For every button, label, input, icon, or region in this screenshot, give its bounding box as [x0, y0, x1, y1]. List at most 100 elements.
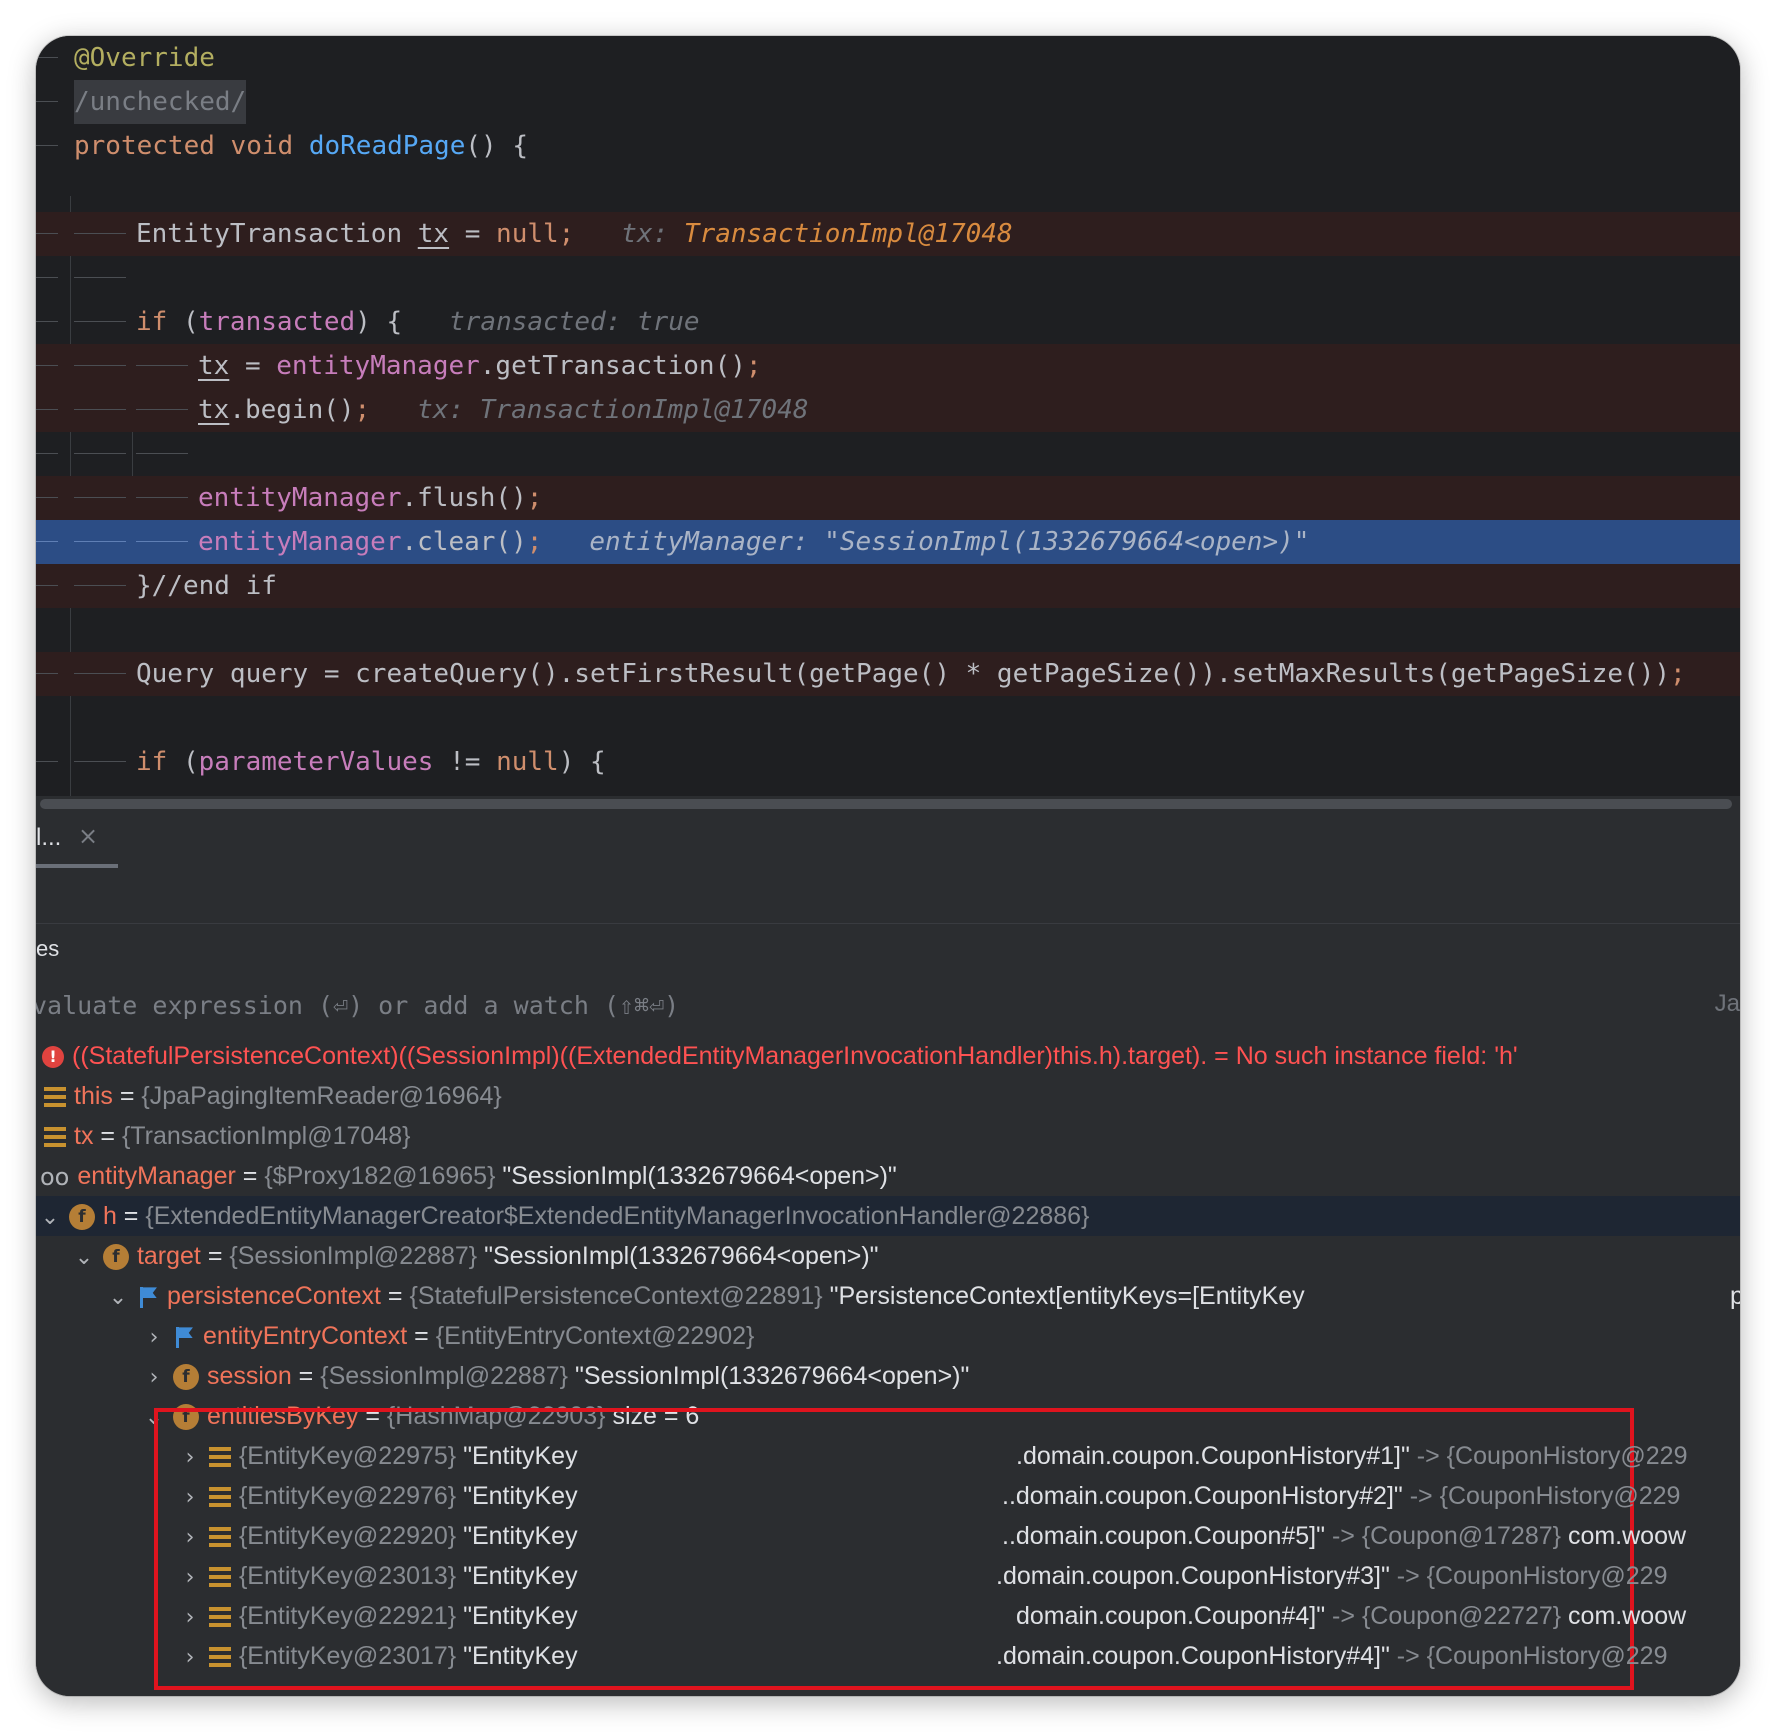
chevron-right-icon[interactable]: › [178, 1478, 202, 1518]
code-line: @Override [36, 36, 1740, 80]
code-line-breakpoint: }//end if [36, 564, 1740, 608]
entry-target: {Coupon@17287} [1361, 1522, 1561, 1550]
variables-tree: ! ((StatefulPersistenceContext)((SessionI… [36, 1032, 1740, 1696]
map-entry-row[interactable]: › {EntityKey@22920} "EntityKey ..domain.c… [36, 1516, 1740, 1556]
tree-row[interactable]: this = {JpaPagingItemReader@16964} [36, 1076, 1740, 1116]
field-icon: f [172, 1404, 199, 1431]
object-icon [44, 1087, 66, 1108]
entry-target: {CouponHistory@229 [1446, 1442, 1688, 1470]
evaluate-expression-input[interactable] [36, 984, 1534, 1026]
chevron-right-icon[interactable]: › [142, 1318, 166, 1358]
entry-key-tail: ..domain.coupon.Coupon#5]" [1002, 1522, 1325, 1550]
variables-title: es [36, 936, 60, 961]
close-icon[interactable]: × [78, 822, 98, 850]
object-icon [208, 1487, 231, 1508]
variables-header: es [36, 924, 1740, 977]
entry-extra: com.woow [1561, 1522, 1687, 1550]
entry-key-tail: .domain.coupon.CouponHistory#4]" [996, 1642, 1390, 1670]
entry-key-value: "EntityKey [456, 1602, 578, 1630]
code-line: /unchecked/ [36, 80, 1740, 124]
field-icon: f [102, 1244, 129, 1271]
object-icon [208, 1447, 231, 1468]
entry-key: {EntityKey@23013} [238, 1562, 457, 1590]
debug-tab-label: l... [36, 824, 62, 851]
entry-key-value: "EntityKey [456, 1442, 578, 1470]
debug-tab[interactable]: l... × [36, 812, 118, 868]
chevron-down-icon[interactable]: ⌄ [38, 1198, 62, 1238]
map-entry-row[interactable]: › {EntityKey@22975} "EntityKey .domain.co… [36, 1436, 1740, 1476]
entry-arrow: -> [1409, 1442, 1447, 1470]
entry-key-tail: .domain.coupon.CouponHistory#3]" [996, 1562, 1390, 1590]
entry-key-value: "EntityKey [456, 1482, 578, 1510]
entry-key-value: "EntityKey [456, 1562, 578, 1590]
code-line-current: entityManager.clear(); entityManager: "S… [36, 520, 1740, 564]
chevron-right-icon[interactable]: › [178, 1438, 202, 1478]
chevron-down-icon[interactable]: ⌄ [142, 1398, 166, 1438]
map-entry-row[interactable]: › {EntityKey@22921} "EntityKey domain.cou… [36, 1596, 1740, 1636]
chevron-right-icon[interactable]: › [178, 1558, 202, 1598]
object-icon [208, 1607, 231, 1628]
chevron-down-icon[interactable]: ⌄ [72, 1238, 96, 1278]
entry-target: {Coupon@22727} [1361, 1602, 1562, 1630]
tree-row-selected[interactable]: ⌄ fh = {ExtendedEntityManagerCreator$Ext… [36, 1196, 1740, 1236]
chevron-down-icon[interactable]: ⌄ [106, 1278, 130, 1318]
entry-key: {EntityKey@22975} [238, 1442, 457, 1470]
object-icon [44, 1127, 66, 1148]
entry-arrow: -> [1325, 1602, 1362, 1630]
object-icon [208, 1647, 231, 1668]
entry-target: {CouponHistory@229 [1439, 1482, 1681, 1510]
field-icon: f [68, 1204, 95, 1231]
error-icon: ! [42, 1046, 64, 1069]
tree-row[interactable]: ⌄ f entitiesByKey = {HashMap@22903} size … [36, 1396, 1740, 1436]
entry-key-value: "EntityKey [456, 1522, 578, 1550]
chevron-right-icon[interactable]: › [178, 1598, 202, 1638]
code-line: if (transacted) { transacted: true [36, 300, 1740, 344]
entry-arrow: -> [1389, 1642, 1427, 1670]
horizontal-scrollbar[interactable] [36, 796, 1740, 812]
field-icon: f [172, 1364, 199, 1391]
entry-key: {EntityKey@22976} [238, 1482, 457, 1510]
code-line [36, 432, 1740, 476]
chevron-right-icon[interactable]: › [178, 1638, 202, 1678]
evaluate-bar: Ja [36, 976, 1740, 1033]
code-editor[interactable]: @Override /unchecked/ protected void doR… [36, 36, 1740, 800]
chevron-right-icon[interactable]: › [142, 1358, 166, 1398]
chevron-right-icon[interactable]: › [178, 1518, 202, 1558]
code-line: protected void doReadPage() { [36, 124, 1740, 168]
object-icon [208, 1567, 231, 1588]
entry-key: {EntityKey@23017} [238, 1642, 457, 1670]
scrollbar-thumb[interactable] [40, 799, 1732, 809]
code-line: if (parameterValues != null) { [36, 740, 1740, 784]
entry-arrow: -> [1325, 1522, 1362, 1550]
code-line-breakpoint: EntityTransaction tx = null; tx: Transac… [36, 212, 1740, 256]
code-line [36, 256, 1740, 300]
code-line-breakpoint: Query query = createQuery().setFirstResu… [36, 652, 1740, 696]
ide-window: @Override /unchecked/ protected void doR… [36, 36, 1740, 1696]
entry-extra: com.woow [1561, 1602, 1687, 1630]
map-entry-row[interactable]: › {EntityKey@23017} "EntityKey .domain.co… [36, 1636, 1740, 1676]
debug-toolbar [36, 868, 1740, 924]
entry-arrow: -> [1402, 1482, 1440, 1510]
map-entry-row[interactable]: › {EntityKey@23013} "EntityKey .domain.co… [36, 1556, 1740, 1596]
entry-target: {CouponHistory@229 [1426, 1642, 1668, 1670]
language-indicator: Ja [1714, 990, 1740, 1017]
object-icon [208, 1527, 231, 1548]
tree-row[interactable]: ⌄ f target = {SessionImpl@22887} "Session… [36, 1236, 1740, 1276]
tree-row[interactable]: tx = {TransactionImpl@17048} [36, 1116, 1740, 1156]
entry-key: {EntityKey@22921} [238, 1602, 457, 1630]
entry-key-tail: ..domain.coupon.CouponHistory#2]" [1002, 1482, 1403, 1510]
tree-row[interactable]: › f session = {SessionImpl@22887} "Sessio… [36, 1356, 1740, 1396]
code-line-breakpoint: tx = entityManager.getTransaction(); [36, 344, 1740, 388]
tree-row[interactable]: ⌄ persistenceContext = {StatefulPersiste… [36, 1276, 1740, 1316]
watch-glasses-icon: oo [40, 1163, 70, 1192]
entry-key-value: "EntityKey [456, 1642, 578, 1670]
entry-arrow: -> [1389, 1562, 1427, 1590]
entry-target: {CouponHistory@229 [1426, 1562, 1668, 1590]
code-line-breakpoint: entityManager.flush(); [36, 476, 1740, 520]
tree-row-error[interactable]: ! ((StatefulPersistenceContext)((SessionI… [36, 1036, 1740, 1076]
tree-row[interactable]: oo entityManager = {$Proxy182@16965} "Ses… [36, 1156, 1740, 1196]
entry-key-tail: .domain.coupon.CouponHistory#1]" [1016, 1442, 1410, 1470]
map-entry-row[interactable]: › {EntityKey@22976} "EntityKey ..domain.c… [36, 1476, 1740, 1516]
tree-row[interactable]: › entityEntryContext = {EntityEntryConte… [36, 1316, 1740, 1356]
debug-tab-bar: l... × [36, 812, 1740, 869]
